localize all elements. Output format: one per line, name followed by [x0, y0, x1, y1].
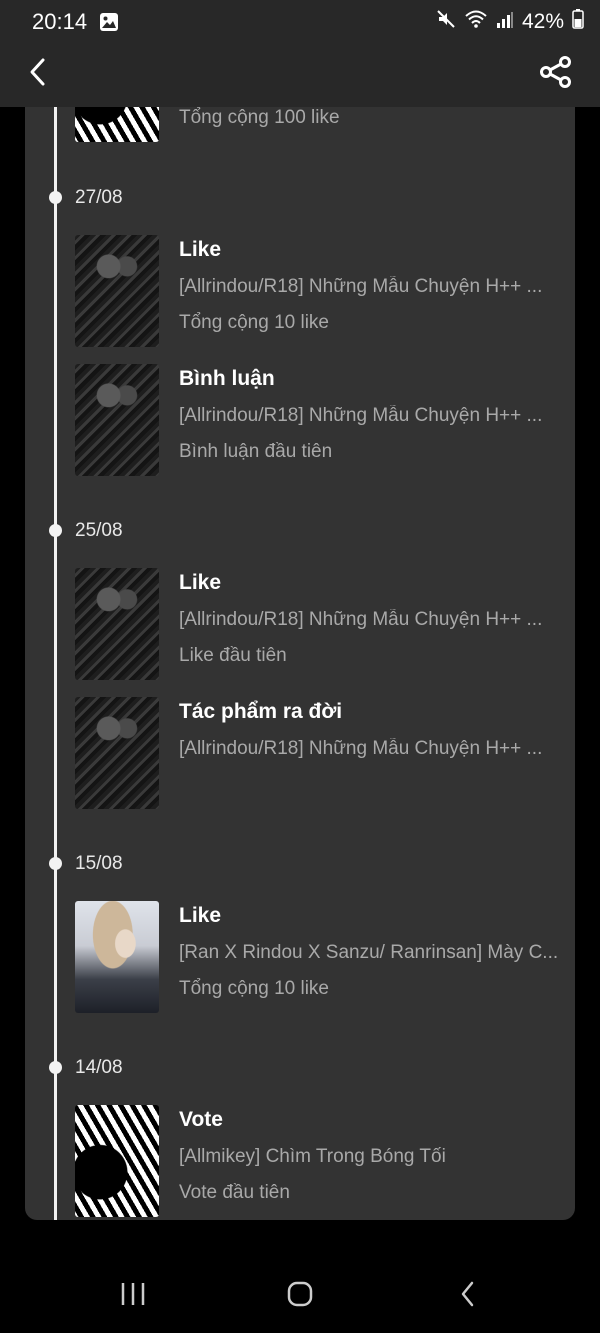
- entry-detail: Tổng cộng 10 like: [179, 978, 329, 999]
- back-button[interactable]: [20, 56, 56, 92]
- recents-button[interactable]: [113, 1276, 153, 1316]
- home-icon: [286, 1280, 314, 1313]
- date-label: 15/08: [75, 853, 123, 874]
- timeline-entry[interactable]: Like [Allrindou/R18] Những Mẫu Chuyện H+…: [75, 235, 565, 347]
- timeline-entry[interactable]: Like [Allrindou/R18] Những Mẫu Chuyện H+…: [75, 568, 565, 680]
- mute-icon: [436, 9, 456, 35]
- timeline-entry[interactable]: Tổng cộng 100 like: [75, 107, 565, 142]
- story-cover: [75, 901, 159, 1013]
- date-label: 25/08: [75, 520, 123, 541]
- share-button[interactable]: [536, 54, 576, 94]
- timeline-entry[interactable]: Bình luận [Allrindou/R18] Những Mẫu Chuy…: [75, 364, 565, 476]
- image-icon: [99, 12, 119, 32]
- timeline-dot: [49, 524, 62, 537]
- entry-title: Like: [179, 571, 222, 594]
- entry-title: Like: [179, 238, 222, 261]
- entry-detail: Vote đầu tiên: [179, 1182, 290, 1203]
- timeline-line: [54, 107, 57, 1220]
- app-bar: [0, 44, 600, 107]
- home-button[interactable]: [280, 1276, 320, 1316]
- signal-icon: [496, 9, 514, 35]
- timeline-dot: [49, 191, 62, 204]
- status-time: 20:14: [32, 9, 88, 34]
- timeline-entry[interactable]: Like [Ran X Rindou X Sanzu/ Ranrinsan] M…: [75, 901, 565, 1013]
- entry-title: Like: [179, 904, 222, 927]
- chevron-left-icon: [26, 57, 50, 92]
- share-icon: [539, 55, 573, 94]
- system-back-button[interactable]: [448, 1276, 488, 1316]
- entry-story: [Allrindou/R18] Những Mẫu Chuyện H++ ...: [179, 405, 543, 426]
- entry-story: [Allrindou/R18] Những Mẫu Chuyện H++ ...: [179, 738, 543, 759]
- timeline-entry[interactable]: Tác phẩm ra đời [Allrindou/R18] Những Mẫ…: [75, 697, 565, 809]
- entry-detail: Like đầu tiên: [179, 645, 287, 666]
- story-cover: [75, 364, 159, 476]
- story-cover: [75, 235, 159, 347]
- date-label: 27/08: [75, 187, 123, 208]
- entry-title: Vote: [179, 1108, 223, 1131]
- entry-story: [Ran X Rindou X Sanzu/ Ranrinsan] Mày C.…: [179, 942, 559, 963]
- entry-detail: Tổng cộng 100 like: [179, 107, 340, 128]
- entry-detail: Tổng cộng 10 like: [179, 312, 329, 333]
- entry-story: [Allmikey] Chìm Trong Bóng Tối: [179, 1146, 446, 1167]
- story-cover: [75, 568, 159, 680]
- timeline-dot: [49, 1061, 62, 1074]
- story-cover: [75, 697, 159, 809]
- timeline-dot: [49, 857, 62, 870]
- recents-icon: [119, 1281, 147, 1312]
- date-label: 14/08: [75, 1057, 123, 1078]
- wifi-icon: [464, 9, 488, 35]
- story-cover: [75, 107, 159, 142]
- back-icon: [458, 1280, 478, 1313]
- activity-timeline[interactable]: Tổng cộng 100 like 27/08 Like [Allrindou…: [25, 107, 575, 1220]
- battery-percent: 42%: [521, 10, 564, 33]
- entry-title: Tác phẩm ra đời: [179, 700, 343, 723]
- story-cover: [75, 1105, 159, 1217]
- status-bar: 20:14 42%: [0, 0, 600, 44]
- entry-detail: Bình luận đầu tiên: [179, 441, 333, 462]
- battery-icon: [572, 9, 584, 35]
- entry-story: [Allrindou/R18] Những Mẫu Chuyện H++ ...: [179, 609, 543, 630]
- system-nav-bar: [0, 1254, 600, 1333]
- entry-story: [Allrindou/R18] Những Mẫu Chuyện H++ ...: [179, 276, 543, 297]
- entry-title: Bình luận: [179, 367, 275, 390]
- timeline-entry[interactable]: Vote [Allmikey] Chìm Trong Bóng Tối Vote…: [75, 1105, 565, 1217]
